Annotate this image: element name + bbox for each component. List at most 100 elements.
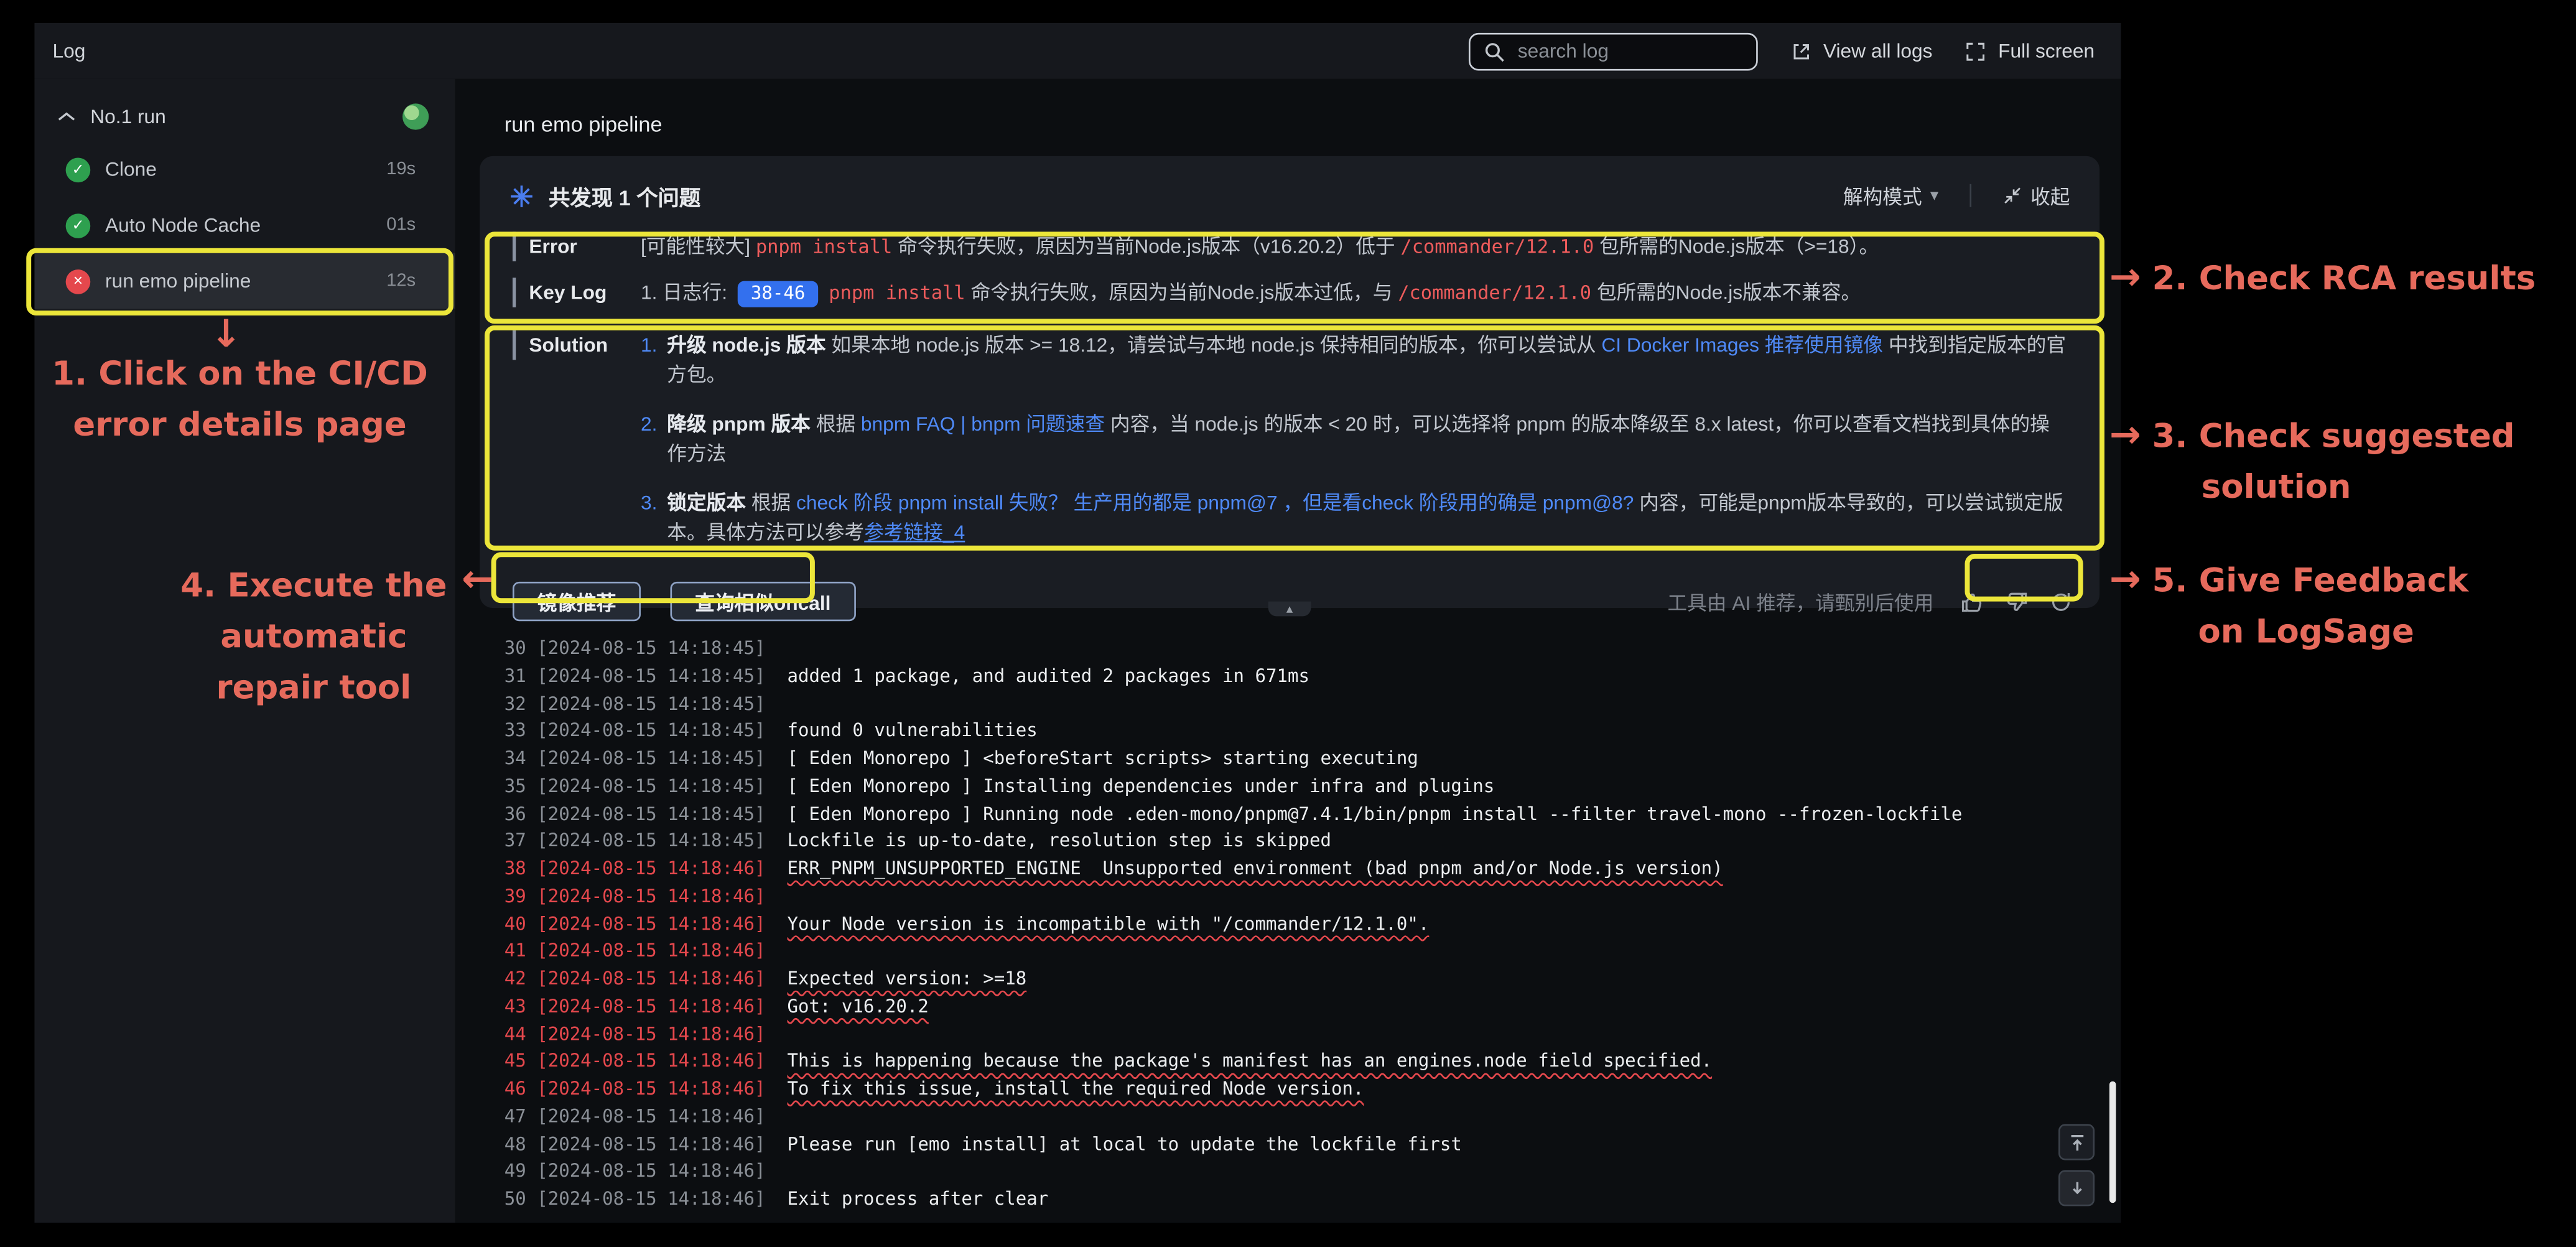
panel-collapse-handle[interactable]: ▴ <box>1268 602 1311 617</box>
sidebar-step-auto-node-cache[interactable]: ✓ Auto Node Cache 01s <box>34 197 455 253</box>
header-divider <box>1969 184 1971 207</box>
log-line-number: 38 [2024-08-15 14:18:46] <box>505 858 788 879</box>
step-duration: 12s <box>386 271 416 291</box>
text-segment: pnpm install <box>829 281 965 304</box>
log-line-number: 31 [2024-08-15 14:18:45] <box>505 665 788 686</box>
inline-link[interactable]: 参考链接_4 <box>864 521 965 544</box>
solution-item-text: 降级 pnpm 版本 根据 bnpm FAQ | bnpm 问题速查 内容，当 … <box>667 409 2067 469</box>
text-segment: 锁定版本 <box>667 492 746 515</box>
log-line-text: [ Eden Monorepo ] Installing dependencie… <box>787 775 1494 796</box>
inline-link[interactable]: bnpm FAQ | bnpm 问题速查 <box>861 413 1105 436</box>
log-line: 31 [2024-08-15 14:18:45] added 1 package… <box>505 665 2104 693</box>
annotation-step3-line1: 3. Check suggested <box>2152 411 2515 462</box>
log-line-number: 35 [2024-08-15 14:18:45] <box>505 775 788 796</box>
text-segment: 38-46 <box>738 281 819 307</box>
thumbs-down-icon[interactable] <box>2004 589 2029 614</box>
log-line-number: 41 [2024-08-15 14:18:46] <box>505 940 766 961</box>
text-segment: 根据 <box>811 413 861 436</box>
log-line-number: 42 [2024-08-15 14:18:46] <box>505 968 788 989</box>
log-line-text: added 1 package, and audited 2 packages … <box>787 665 1309 686</box>
step-name: Auto Node Cache <box>105 213 371 236</box>
ai-analysis-panel: 共发现 1 个问题 解构模式 ▾ 收起 Error [可能性较大] pnpm i… <box>480 156 2099 608</box>
search-input[interactable] <box>1514 38 1742 64</box>
action-buttons: 镜像推荐查询相似oncall <box>513 582 855 621</box>
inline-link[interactable]: CI Docker Images 推荐使用镜像 <box>1601 334 1883 357</box>
log-line-number: 44 [2024-08-15 14:18:46] <box>505 1023 766 1044</box>
log-line-text: [ Eden Monorepo ] Running node .eden-mon… <box>787 803 1962 824</box>
error-row: Error [可能性较大] pnpm install 命令执行失败，原因为当前N… <box>480 231 2099 261</box>
action-button[interactable]: 镜像推荐 <box>513 582 641 621</box>
text-segment: 包所需的Node.js版本不兼容。 <box>1591 281 1861 304</box>
annotation-step4-line3: repair tool <box>171 662 457 713</box>
annotation-step5-line2: on LogSage <box>2198 606 2469 657</box>
scroll-to-bottom-button[interactable] <box>2058 1170 2095 1206</box>
log-line-number: 32 [2024-08-15 14:18:45] <box>505 693 766 714</box>
log-line: 33 [2024-08-15 14:18:45] found 0 vulnera… <box>505 720 2104 747</box>
log-scrollbar[interactable] <box>2109 1081 2116 1203</box>
view-all-logs-label: View all logs <box>1823 39 1933 62</box>
log-line: 38 [2024-08-15 14:18:46] ERR_PNPM_UNSUPP… <box>505 858 2104 885</box>
ai-spark-icon <box>509 183 534 208</box>
text-segment: 命令执行失败，原因为当前Node.js版本过低，与 <box>965 281 1398 304</box>
run-group-header[interactable]: No.1 run <box>34 92 455 141</box>
log-line: 49 [2024-08-15 14:18:46] <box>505 1161 2104 1188</box>
annotation-step5: 5. Give Feedback on LogSage <box>2152 556 2469 658</box>
annotation-arrow-step3: → <box>2109 414 2141 457</box>
annotation-step5-line1: 5. Give Feedback <box>2152 556 2469 607</box>
full-screen-button[interactable]: Full screen <box>1965 39 2095 62</box>
text-segment: 命令执行失败，原因为当前Node.js版本（v16.20.2）低于 <box>892 235 1400 258</box>
log-line-text: Please run [emo install] at local to upd… <box>787 1133 1461 1154</box>
search-box[interactable] <box>1469 32 1758 70</box>
error-text: [可能性较大] pnpm install 命令执行失败，原因为当前Node.js… <box>641 231 2067 261</box>
log-line: 40 [2024-08-15 14:18:46] Your Node versi… <box>505 913 2104 940</box>
chevron-up-icon <box>57 110 75 123</box>
log-line: 35 [2024-08-15 14:18:45] [ Eden Monorepo… <box>505 775 2104 803</box>
log-line: 41 [2024-08-15 14:18:46] <box>505 940 2104 968</box>
pipeline-steps-list: ✓Clone19s ✓ Auto Node Cache 01s ×run emo pip… <box>34 141 455 309</box>
annotation-step3: 3. Check suggested solution <box>2152 411 2515 513</box>
external-link-icon <box>1790 40 1811 62</box>
scroll-to-top-button[interactable] <box>2058 1124 2095 1160</box>
log-line-text: To fix this issue, install the required … <box>787 1078 1364 1099</box>
search-icon <box>1483 40 1504 62</box>
log-line-text: [ Eden Monorepo ] <beforeStart scripts> … <box>787 748 1418 769</box>
solution-item: 1.升级 node.js 版本 如果本地 node.js 版本 >= 18.12… <box>641 330 2067 390</box>
status-error-icon: × <box>66 269 91 294</box>
inline-link[interactable]: check 阶段 pnpm install 失败？ 生产用的都是 pnpm@7 … <box>796 492 1634 515</box>
sidebar-step-run-emo-pipeline[interactable]: ×run emo pipeline12s <box>34 253 455 309</box>
log-line-number: 50 [2024-08-15 14:18:46] <box>505 1188 788 1209</box>
annotation-arrow-step2: → <box>2109 256 2141 299</box>
step-duration: 01s <box>386 215 416 235</box>
solution-item: 2.降级 pnpm 版本 根据 bnpm FAQ | bnpm 问题速查 内容，… <box>641 409 2067 469</box>
text-segment: [可能性较大] <box>641 235 756 258</box>
run-label: No.1 run <box>90 105 166 128</box>
screenshot-root: Log View all logs Full screen No.1 run <box>0 0 2576 1247</box>
text-segment: 包所需的Node.js版本（>=18）。 <box>1594 235 1879 258</box>
action-button[interactable]: 查询相似oncall <box>671 582 856 621</box>
log-line-number: 30 [2024-08-15 14:18:45] <box>505 638 766 659</box>
solution-item-number: 1. <box>641 330 657 390</box>
refresh-icon[interactable] <box>2048 589 2073 614</box>
annotation-step1: 1. Click on the CI/CD error details page <box>30 348 450 451</box>
collapse-panel-button[interactable]: 收起 <box>2002 182 2070 210</box>
thumbs-up-icon[interactable] <box>1960 589 1985 614</box>
collapse-icon <box>2002 185 2022 205</box>
collapse-label: 收起 <box>2030 182 2070 210</box>
log-line: 32 [2024-08-15 14:18:45] <box>505 693 2104 720</box>
topbar: Log View all logs Full screen <box>34 23 2121 79</box>
view-all-logs-button[interactable]: View all logs <box>1790 39 1932 62</box>
arrow-to-top-icon <box>2066 1131 2087 1152</box>
log-line: 44 [2024-08-15 14:18:46] <box>505 1023 2104 1050</box>
step-duration: 19s <box>386 159 416 179</box>
log-line-number: 48 [2024-08-15 14:18:46] <box>505 1133 788 1154</box>
annotation-arrow-step5: → <box>2109 559 2141 602</box>
log-line-number: 33 [2024-08-15 14:18:45] <box>505 720 788 741</box>
log-line: 46 [2024-08-15 14:18:46] To fix this iss… <box>505 1078 2104 1105</box>
status-success-icon: ✓ <box>66 213 91 238</box>
pipeline-title: run emo pipeline <box>505 112 663 137</box>
log-line: 34 [2024-08-15 14:18:45] [ Eden Monorepo… <box>505 748 2104 775</box>
issues-summary: 共发现 1 个问题 <box>549 180 700 211</box>
sidebar-step-clone[interactable]: ✓Clone19s <box>34 141 455 197</box>
log-line-number: 43 [2024-08-15 14:18:46] <box>505 996 788 1017</box>
mode-dropdown[interactable]: 解构模式 ▾ <box>1843 182 1938 210</box>
